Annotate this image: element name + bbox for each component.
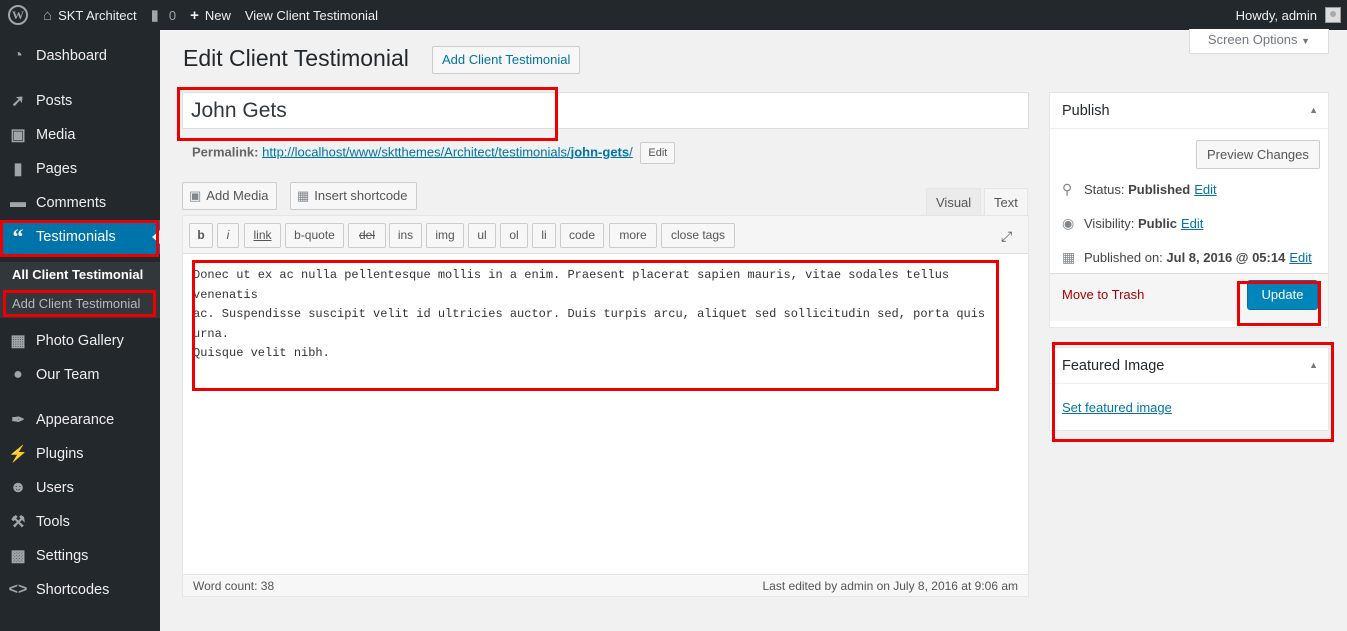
user-icon: ☻ [9,479,27,496]
comments-link[interactable]: ▮ 0 [144,0,184,30]
tab-visual[interactable]: Visual [926,188,982,216]
wordpress-logo-icon[interactable]: W [0,0,36,30]
qt-code-button[interactable]: code [560,223,604,248]
comment-icon: ▬ [10,194,26,211]
editor-status-bar: Word count: 38 Last edited by admin on J… [183,574,1028,596]
code-icon: <> [8,581,28,598]
qt-img-button[interactable]: img [426,223,464,248]
shortcode-icon: ▦ [297,188,310,203]
plus-icon: + [190,6,199,24]
plugin-icon: ⚡ [8,446,28,463]
qt-link-button[interactable]: link [244,223,281,248]
qt-close-tags-button[interactable]: close tags [661,223,735,248]
permalink-link[interactable]: http://localhost/www/sktthemes/Architect… [262,144,633,159]
last-edited: Last edited by admin on July 8, 2016 at … [762,579,1019,593]
qt-bold-button[interactable]: b [189,223,213,248]
sidebar-item-comments[interactable]: ▬ Comments [0,186,160,220]
qt-ol-button[interactable]: ol [500,223,528,248]
highlight-featured-image [1052,342,1334,442]
settings-icon: ▩ [10,548,26,565]
caret-up-icon[interactable]: ▲ [1309,105,1318,115]
edit-visibility-link[interactable]: Edit [1181,216,1203,231]
pin-icon: ⚲ [1062,181,1073,197]
edit-date-link[interactable]: Edit [1289,250,1311,265]
pin-icon: ➚ [11,93,25,110]
permalink-label: Permalink: [192,144,259,160]
avatar [1325,7,1341,23]
sidebar-item-settings[interactable]: ▩ Settings [0,539,160,573]
sidebar-item-dashboard[interactable]: ◔ Dashboard [0,39,160,73]
qt-ins-button[interactable]: ins [389,223,422,248]
sidebar-item-users[interactable]: ☻ Users [0,471,160,505]
add-client-testimonial-button[interactable]: Add Client Testimonial [432,46,581,74]
calendar-icon: ▦ [1062,249,1076,265]
sidebar-item-tools[interactable]: ⚒ Tools [0,505,160,539]
admin-sidebar: ◔ Dashboard ➚ Posts ▣ Media ▮ Pages ▬ Comment… [0,30,160,631]
highlight-title [177,87,558,141]
highlight-content [192,260,999,391]
eye-icon: ◉ [1062,215,1075,231]
quicktags-toolbar: b i link b-quote del ins img ul ol li co… [183,216,1028,254]
edit-slug-button[interactable]: Edit [640,142,676,164]
home-icon: ⌂ [43,6,53,24]
permalink-row: Permalink: http://localhost/www/skttheme… [192,142,676,164]
sidebar-item-photo-gallery[interactable]: ▦ Photo Gallery [0,324,160,358]
new-content-link[interactable]: + New [183,0,238,30]
group-icon: ● [13,366,23,383]
preview-changes-button[interactable]: Preview Changes [1196,140,1320,169]
move-to-trash-link[interactable]: Move to Trash [1062,287,1144,302]
sidebar-item-media[interactable]: ▣ Media [0,118,160,152]
highlight-add-client-testimonial [3,290,156,317]
word-count: Word count: 38 [193,579,275,593]
sidebar-item-pages[interactable]: ▮ Pages [0,152,160,186]
page-title: Edit Client Testimonial [183,45,409,71]
admin-bar: W ⌂ SKT Architect ▮ 0 + New View Client Tes… [0,0,1347,30]
fullscreen-icon[interactable]: ⤢ [1001,228,1012,245]
add-media-button[interactable]: ▣ Add Media [182,182,278,210]
qt-italic-button[interactable]: i [217,223,239,248]
caret-down-icon: ▼ [1301,36,1311,46]
media-icon: ▣ [189,188,202,203]
wrench-icon: ⚒ [10,514,26,531]
comments-count: 0 [168,7,177,23]
status-row: ⚲ Status: Published Edit [1062,181,1217,197]
sidebar-item-appearance[interactable]: ✒ Appearance [0,403,160,437]
publish-box-title: Publish [1050,93,1328,129]
sidebar-item-shortcodes[interactable]: <> Shortcodes [0,573,160,607]
qt-del-button[interactable]: del [348,223,386,248]
brush-icon: ✒ [11,412,25,429]
insert-shortcode-button[interactable]: ▦ Insert shortcode [290,182,417,210]
sidebar-item-our-team[interactable]: ● Our Team [0,358,160,392]
qt-bquote-button[interactable]: b-quote [285,223,344,248]
qt-li-button[interactable]: li [532,223,556,248]
image-icon: ▦ [10,333,26,350]
tab-text[interactable]: Text [984,188,1028,216]
view-post-link[interactable]: View Client Testimonial [238,0,385,30]
media-icon: ▣ [10,127,26,144]
dashboard-icon: ◔ [13,47,23,64]
qt-ul-button[interactable]: ul [468,223,496,248]
comment-icon: ▮ [150,7,159,24]
published-on-row: ▦ Published on: Jul 8, 2016 @ 05:14 Edit [1062,249,1312,265]
screen-options-button[interactable]: Screen Options ▼ [1189,29,1329,54]
sidebar-item-posts[interactable]: ➚ Posts [0,84,160,118]
permalink-slug: john-gets [570,144,630,160]
highlight-update-button [1237,281,1321,326]
visibility-row: ◉ Visibility: Public Edit [1062,215,1204,231]
pages-icon: ▮ [13,161,23,178]
site-name-link[interactable]: ⌂ SKT Architect [36,0,144,30]
highlight-testimonials-menu [0,220,159,257]
edit-status-link[interactable]: Edit [1194,182,1216,197]
submenu-all-client-testimonial[interactable]: All Client Testimonial [12,267,143,282]
sidebar-item-plugins[interactable]: ⚡ Plugins [0,437,160,471]
qt-more-button[interactable]: more [609,223,657,248]
my-account-link[interactable]: Howdy, admin [1229,0,1347,30]
